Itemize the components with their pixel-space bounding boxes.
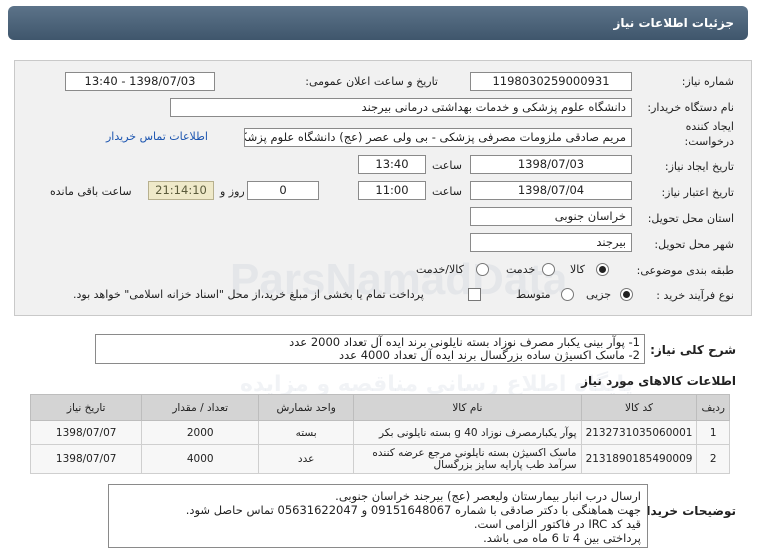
notes-line-3: قید کد IRC در فاکتور الزامی است. bbox=[473, 517, 641, 531]
created-time-field: 13:40 bbox=[358, 155, 426, 174]
valid-time-label: ساعت bbox=[432, 185, 462, 198]
col-header-code: کد کالا bbox=[580, 394, 698, 421]
created-date-field: 1398/07/03 bbox=[470, 155, 632, 174]
creator-label-line2: درخواست: bbox=[684, 135, 734, 148]
cell-date: 1398/07/07 bbox=[29, 420, 143, 445]
description-label: شرح کلی نیاز: bbox=[650, 343, 736, 357]
cell-date: 1398/07/07 bbox=[29, 444, 143, 474]
valid-date-label: تاریخ اعتبار نیاز: bbox=[661, 186, 734, 199]
page-title: جزئیات اطلاعات نیاز bbox=[613, 16, 734, 30]
description-box: 1- پوآر بینی یکبار مصرف نوزاد بسته نایلو… bbox=[95, 334, 645, 364]
cell-name: ماسک اکسیژن بسته نایلونی مرجع عرضه کننده… bbox=[353, 444, 582, 474]
col-header-unit: واحد شمارش bbox=[258, 394, 355, 421]
category-service-label: خدمت bbox=[506, 263, 536, 276]
announce-field: 1398/07/03 - 13:40 bbox=[65, 72, 215, 91]
city-field: بیرجند bbox=[470, 233, 632, 252]
cell-unit: عدد bbox=[258, 444, 355, 474]
notes-line-2: جهت هماهنگی با دکتر صادقی با شماره 09151… bbox=[185, 503, 641, 517]
goods-table: ردیف کد کالا نام کالا واحد شمارش تعداد /… bbox=[29, 394, 730, 474]
category-service-radio[interactable] bbox=[542, 263, 555, 276]
process-minor-label: جزیی bbox=[586, 288, 612, 301]
treasury-payment-note: پرداخت تمام یا بخشی از مبلغ خرید،از محل … bbox=[73, 288, 424, 301]
category-goods-service-label: کالا/خدمت bbox=[416, 263, 464, 276]
category-goods-label: کالا bbox=[570, 263, 585, 276]
col-header-name: نام کالا bbox=[353, 394, 582, 421]
buyer-contact-link[interactable]: اطلاعات تماس خریدار bbox=[106, 130, 208, 143]
page-header: جزئیات اطلاعات نیاز bbox=[8, 6, 748, 40]
goods-header-row: ردیف کد کالا نام کالا واحد شمارش تعداد /… bbox=[29, 394, 730, 421]
created-date-label: تاریخ ایجاد نیاز: bbox=[664, 160, 734, 173]
days-label: روز و bbox=[220, 185, 245, 198]
col-header-date: تاریخ نیاز bbox=[29, 394, 143, 421]
valid-time-field: 11:00 bbox=[358, 181, 426, 200]
valid-date-field: 1398/07/04 bbox=[470, 181, 632, 200]
remaining-time-field: 21:14:10 bbox=[148, 181, 214, 200]
cell-code: 2132731035060001 bbox=[580, 420, 698, 445]
province-label: استان محل تحویل: bbox=[647, 212, 734, 225]
remaining-time-label: ساعت باقی مانده bbox=[50, 185, 132, 198]
notes-line-1: ارسال درب انبار بیمارستان ولیعصر (عج) بی… bbox=[335, 489, 641, 503]
goods-section-title: اطلاعات کالاهای مورد نیاز bbox=[581, 374, 736, 388]
notes-line-4: پرداختی بین 4 تا 6 ماه می باشد. bbox=[483, 531, 641, 545]
cell-code: 2131890185490009 bbox=[580, 444, 698, 474]
buyer-notes-box: ارسال درب انبار بیمارستان ولیعصر (عج) بی… bbox=[108, 484, 648, 548]
cell-qty: 2000 bbox=[141, 420, 260, 445]
creator-field: مریم صادقی ملزومات مصرفی پزشکی - بی ولی … bbox=[244, 128, 632, 147]
cell-qty: 4000 bbox=[141, 444, 260, 474]
col-header-qty: تعداد / مقدار bbox=[141, 394, 260, 421]
process-label: نوع فرآیند خرید : bbox=[656, 289, 734, 302]
col-header-index: ردیف bbox=[696, 394, 730, 421]
category-goods-radio[interactable] bbox=[596, 263, 609, 276]
need-number-field: 1198030259000931 bbox=[470, 72, 632, 91]
treasury-payment-checkbox[interactable] bbox=[468, 288, 481, 301]
category-label: طبقه بندی موضوعی: bbox=[636, 264, 734, 277]
description-line-2: 2- ماسک اکسیژن ساده بزرگسال برند ایده آل… bbox=[339, 348, 640, 362]
category-goods-service-radio[interactable] bbox=[476, 263, 489, 276]
buyer-label: نام دستگاه خریدار: bbox=[647, 101, 734, 114]
cell-unit: بسته bbox=[258, 420, 355, 445]
process-medium-radio[interactable] bbox=[561, 288, 574, 301]
province-field: خراسان جنوبی bbox=[470, 207, 632, 226]
need-number-label: شماره نیاز: bbox=[681, 75, 734, 88]
cell-index: 2 bbox=[696, 444, 730, 474]
remaining-days-field: 0 bbox=[247, 181, 319, 200]
process-minor-radio[interactable] bbox=[620, 288, 633, 301]
announce-label: تاریخ و ساعت اعلان عمومی: bbox=[305, 75, 438, 88]
cell-index: 1 bbox=[696, 420, 730, 445]
buyer-field: دانشگاه علوم پزشکی و خدمات بهداشتی درمان… bbox=[170, 98, 632, 117]
created-time-label: ساعت bbox=[432, 159, 462, 172]
notes-label: توضیحات خریدار: bbox=[634, 504, 736, 518]
table-row: 2 2131890185490009 ماسک اکسیژن بسته نایل… bbox=[29, 444, 730, 474]
table-row: 1 2132731035060001 پوآر یکبارمصرف نوزاد … bbox=[29, 420, 730, 445]
city-label: شهر محل تحویل: bbox=[654, 238, 734, 251]
creator-label-line1: ایجاد کننده bbox=[685, 120, 734, 133]
process-medium-label: متوسط bbox=[516, 288, 551, 301]
cell-name: پوآر یکبارمصرف نوزاد 40 g بسته نایلونی ب… bbox=[353, 420, 582, 445]
